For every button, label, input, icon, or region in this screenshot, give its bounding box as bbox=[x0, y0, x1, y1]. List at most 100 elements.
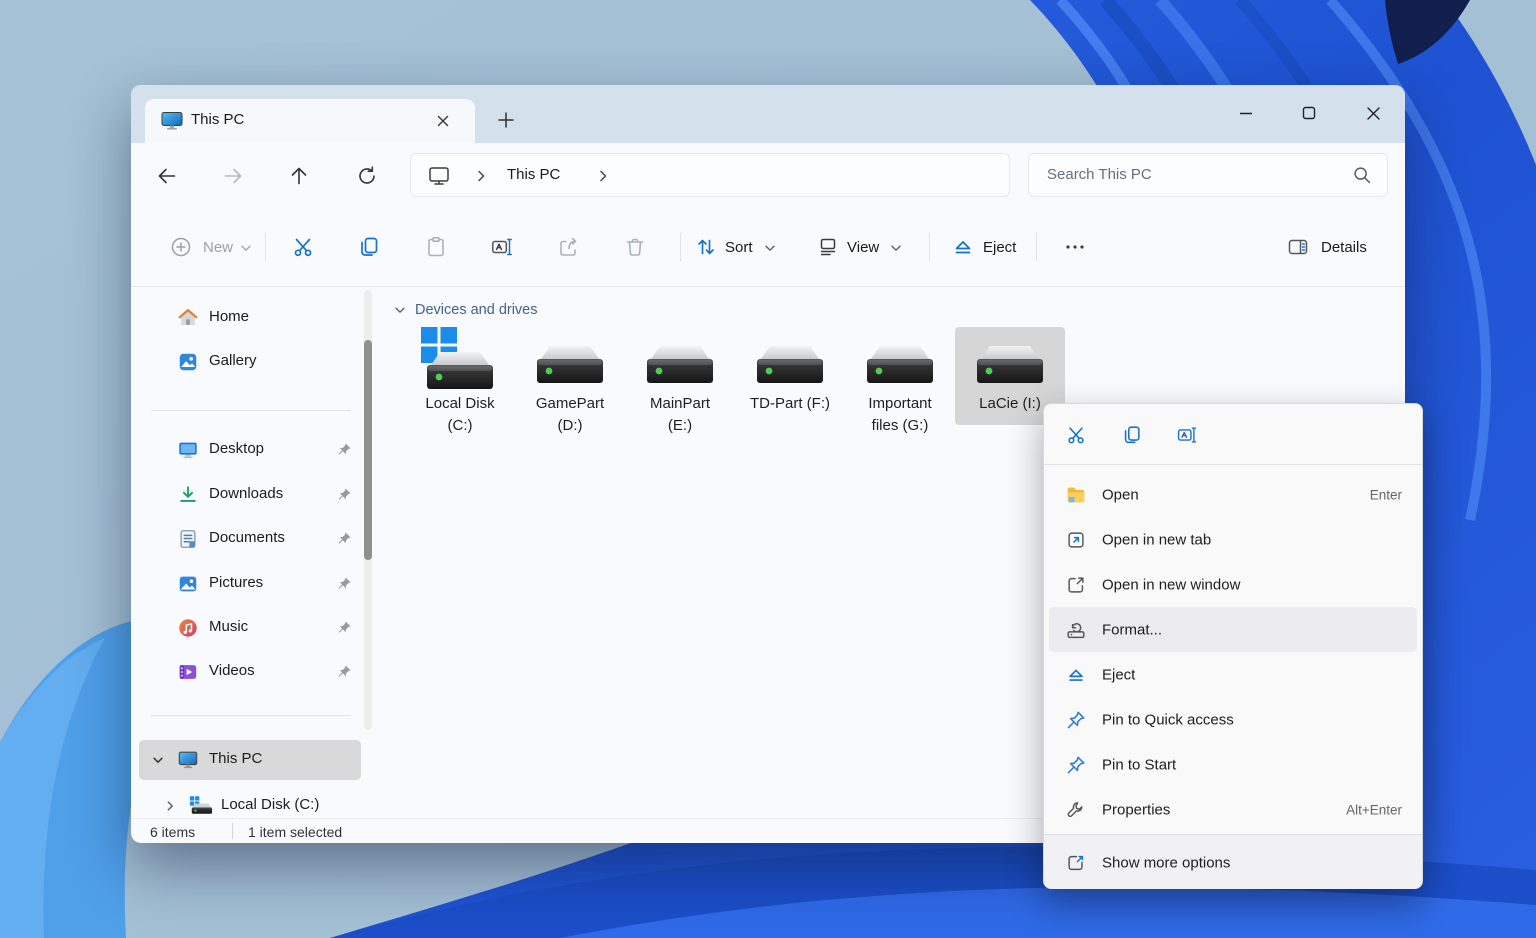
menu-item-eject[interactable]: Eject bbox=[1049, 652, 1417, 697]
trash-icon bbox=[623, 235, 647, 259]
drive-important-files-g[interactable]: Important files (G:) bbox=[845, 327, 955, 425]
drive-icon bbox=[533, 343, 607, 387]
menu-divider bbox=[1044, 464, 1422, 465]
drive-label: TD-Part (F:) bbox=[735, 393, 845, 415]
menu-item-label: Properties bbox=[1102, 801, 1170, 818]
paste-button bbox=[424, 235, 448, 259]
pin-icon bbox=[1065, 709, 1087, 731]
sidebar-item-label: Local Disk (C:) bbox=[221, 796, 319, 813]
chevron-down-icon[interactable] bbox=[151, 753, 165, 767]
documents-icon bbox=[177, 528, 199, 550]
copy-icon bbox=[357, 235, 381, 259]
breadcrumb[interactable]: This PC bbox=[410, 153, 1010, 197]
menu-item-shortcut: Alt+Enter bbox=[1346, 802, 1402, 817]
pin-icon bbox=[337, 442, 352, 457]
quick-action-cut[interactable] bbox=[1058, 417, 1094, 453]
menu-item-show-more-options[interactable]: Show more options bbox=[1049, 840, 1417, 885]
sidebar-item-label: Downloads bbox=[209, 485, 283, 502]
sidebar-item-pictures[interactable]: Pictures bbox=[139, 565, 361, 603]
new-tab-button[interactable] bbox=[495, 109, 517, 131]
pin-icon bbox=[337, 576, 352, 591]
menu-item-format[interactable]: Format... bbox=[1049, 607, 1417, 652]
tab-close-button[interactable] bbox=[433, 111, 455, 133]
refresh-button[interactable] bbox=[352, 161, 382, 191]
sort-icon bbox=[694, 235, 718, 259]
cut-button[interactable] bbox=[291, 235, 315, 259]
chevron-right-icon[interactable] bbox=[163, 799, 177, 813]
open-in-new-tab-icon bbox=[1065, 529, 1087, 551]
chevron-down-icon bbox=[763, 241, 787, 265]
chevron-right-icon bbox=[473, 168, 489, 184]
videos-icon bbox=[177, 661, 199, 683]
eject-button[interactable] bbox=[951, 235, 975, 259]
menu-item-label: Pin to Quick access bbox=[1102, 711, 1234, 728]
format-drive-icon bbox=[1065, 619, 1087, 641]
menu-item-open-in-new-tab[interactable]: Open in new tab bbox=[1049, 517, 1417, 562]
close-button[interactable] bbox=[1351, 93, 1395, 133]
downloads-icon bbox=[177, 484, 199, 506]
menu-item-label: Eject bbox=[1102, 666, 1135, 683]
quick-action-copy[interactable] bbox=[1114, 417, 1150, 453]
menu-item-open[interactable]: Open Enter bbox=[1049, 472, 1417, 517]
sort-button[interactable] bbox=[694, 235, 718, 259]
up-button[interactable] bbox=[284, 161, 314, 191]
music-icon bbox=[177, 617, 199, 639]
minimize-button[interactable] bbox=[1224, 93, 1268, 133]
details-button-label[interactable]: Details bbox=[1321, 239, 1367, 256]
quick-action-rename[interactable] bbox=[1169, 417, 1205, 453]
breadcrumb-location[interactable]: This PC bbox=[507, 166, 560, 183]
chevron-right-icon[interactable] bbox=[595, 168, 611, 184]
details-button[interactable] bbox=[1286, 235, 1310, 259]
menu-item-open-in-new-window[interactable]: Open in new window bbox=[1049, 562, 1417, 607]
drive-mainpart-e[interactable]: MainPart (E:) bbox=[625, 327, 735, 425]
sidebar-item-label: Documents bbox=[209, 529, 285, 546]
tab-this-pc[interactable]: This PC bbox=[145, 99, 475, 143]
sidebar-item-downloads[interactable]: Downloads bbox=[139, 476, 361, 514]
drive-td-part-f[interactable]: TD-Part (F:) bbox=[735, 327, 845, 425]
desktop-icon bbox=[177, 439, 199, 461]
search-icon[interactable] bbox=[1351, 164, 1373, 186]
menu-item-label: Show more options bbox=[1102, 854, 1230, 871]
menu-item-pin-to-start[interactable]: Pin to Start bbox=[1049, 742, 1417, 787]
sidebar-item-this-pc[interactable]: This PC bbox=[139, 740, 361, 780]
group-header[interactable]: Devices and drives bbox=[393, 299, 538, 321]
sidebar-item-documents[interactable]: Documents bbox=[139, 520, 361, 558]
view-button[interactable] bbox=[816, 235, 840, 259]
scrollbar-thumb[interactable] bbox=[364, 340, 372, 560]
toolbar-divider bbox=[265, 233, 266, 261]
view-button-label[interactable]: View bbox=[847, 239, 879, 256]
sidebar-item-desktop[interactable]: Desktop bbox=[139, 431, 361, 469]
paste-icon bbox=[424, 235, 448, 259]
rename-button[interactable] bbox=[490, 235, 514, 259]
drive-gamepart-d[interactable]: GamePart (D:) bbox=[515, 327, 625, 425]
status-selection: 1 item selected bbox=[248, 824, 342, 840]
pin-icon bbox=[337, 620, 352, 635]
drive-local-disk-c[interactable]: Local Disk (C:) bbox=[405, 327, 515, 425]
new-button bbox=[169, 235, 193, 259]
pin-icon bbox=[1065, 754, 1087, 776]
sidebar-item-gallery[interactable]: Gallery bbox=[139, 343, 361, 381]
toolbar-divider bbox=[929, 233, 930, 261]
titlebar: This PC bbox=[131, 85, 1405, 143]
menu-item-properties[interactable]: Properties Alt+Enter bbox=[1049, 787, 1417, 832]
eject-button-label[interactable]: Eject bbox=[983, 239, 1016, 256]
back-button[interactable] bbox=[152, 161, 182, 191]
status-items-count: 6 items bbox=[150, 824, 195, 840]
drive-label: GamePart (D:) bbox=[515, 393, 625, 437]
sidebar-item-label: Music bbox=[209, 618, 248, 635]
search-placeholder: Search This PC bbox=[1047, 166, 1152, 183]
more-options-button[interactable] bbox=[1063, 235, 1087, 259]
maximize-button[interactable] bbox=[1287, 93, 1331, 133]
folder-icon bbox=[1065, 484, 1087, 506]
sort-button-label[interactable]: Sort bbox=[725, 239, 753, 256]
cut-icon bbox=[1065, 424, 1087, 446]
sidebar-item-label: Gallery bbox=[209, 352, 257, 369]
search-input[interactable]: Search This PC bbox=[1028, 153, 1388, 197]
sidebar-item-label: Pictures bbox=[209, 574, 263, 591]
copy-button[interactable] bbox=[357, 235, 381, 259]
sidebar-item-home[interactable]: Home bbox=[139, 299, 361, 337]
sidebar-item-videos[interactable]: Videos bbox=[139, 653, 361, 691]
sidebar-item-music[interactable]: Music bbox=[139, 609, 361, 647]
tab-title: This PC bbox=[191, 111, 244, 128]
menu-item-pin-to-quick-access[interactable]: Pin to Quick access bbox=[1049, 697, 1417, 742]
